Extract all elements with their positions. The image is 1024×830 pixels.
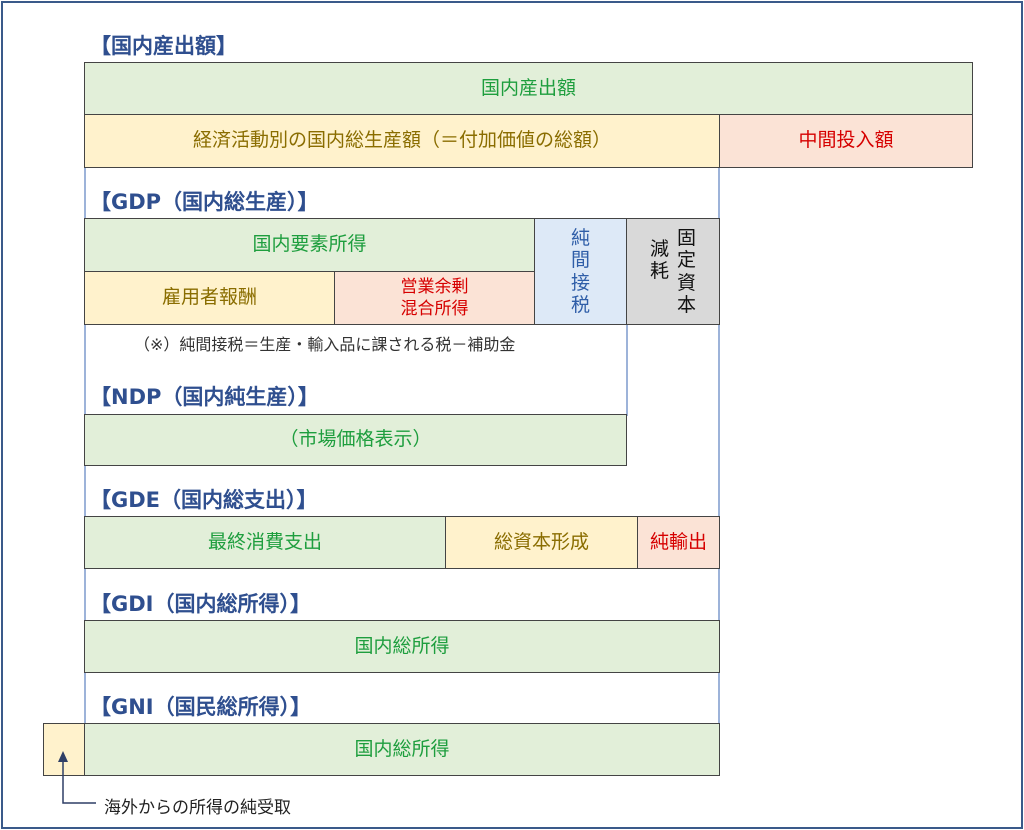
net-income-abroad-arrow xyxy=(58,751,96,804)
net-income-abroad-label: 海外からの所得の純受取 xyxy=(104,798,291,818)
